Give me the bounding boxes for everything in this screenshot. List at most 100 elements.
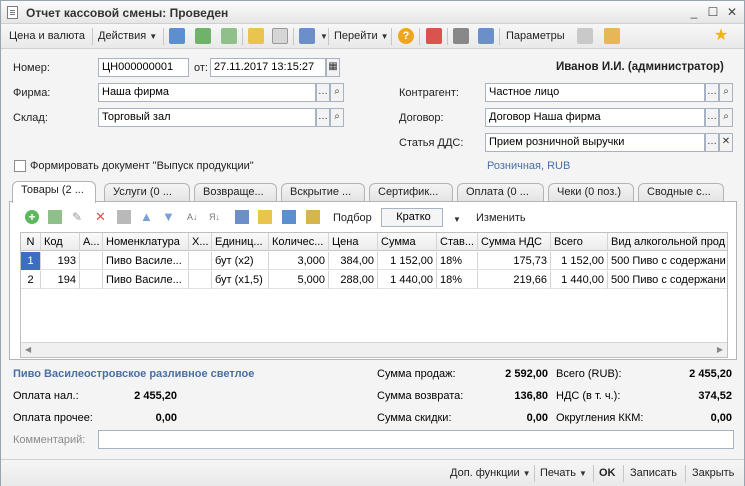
column-header[interactable]: Цена — [329, 233, 378, 251]
main-toolbar: Цена и валюта Действия ▼ ▼ Перейти ▼ ? Пар… — [1, 24, 744, 49]
attachment-icon[interactable] — [604, 28, 620, 44]
based-on-icon[interactable] — [299, 28, 315, 44]
favorite-star-icon[interactable]: ★ — [713, 28, 729, 44]
cell-n: 1 — [21, 252, 41, 270]
toolbar-separator — [92, 28, 93, 45]
goto-menu[interactable]: Перейти ▼ — [334, 28, 389, 45]
tab-checks[interactable]: Чеки (0 поз.) — [548, 183, 634, 202]
move-down-icon[interactable]: ▼ — [162, 210, 176, 224]
refresh-icon[interactable] — [195, 28, 211, 44]
edit-row-icon[interactable]: ✎ — [72, 210, 86, 224]
actions-menu[interactable]: Действия ▼ — [98, 28, 157, 45]
column-header[interactable]: Став... — [437, 233, 478, 251]
column-header[interactable]: Вид алкогольной прод — [608, 233, 727, 251]
chevron-down-icon[interactable]: ▼ — [320, 32, 328, 41]
column-header[interactable]: Единиц... — [212, 233, 269, 251]
tab-returns[interactable]: Возвраще... — [194, 183, 277, 202]
column-header[interactable]: Номенклатура — [103, 233, 189, 251]
change-button[interactable]: Изменить — [476, 212, 526, 224]
fill-icon[interactable] — [282, 210, 296, 224]
column-header[interactable]: Х... — [189, 233, 212, 251]
pick-button[interactable]: Подбор — [333, 212, 372, 224]
parameters-button[interactable]: Параметры — [506, 28, 565, 45]
copy-row-icon[interactable] — [48, 210, 62, 224]
close-window-button[interactable]: ✕ — [725, 5, 739, 19]
total-label: Всего (RUB): — [556, 368, 622, 380]
move-up-icon[interactable]: ▲ — [140, 210, 154, 224]
sort-asc-icon[interactable]: A↓ — [187, 210, 201, 224]
document-window: Отчет кассовой смены: Проведен _ ☐ ✕ Цен… — [0, 0, 745, 486]
post-and-close-icon[interactable] — [169, 28, 185, 44]
dds-select-button[interactable]: … — [705, 133, 719, 152]
table-row[interactable]: 2 194 Пиво Василе... бут (x1,5) 5,000 28… — [21, 271, 727, 289]
close-button[interactable]: Закрыть — [692, 465, 734, 482]
paste-icon[interactable] — [258, 210, 272, 224]
minimize-button[interactable]: _ — [687, 5, 701, 19]
produce-checkbox[interactable] — [14, 160, 26, 172]
scroll-left-icon[interactable]: ◀ — [25, 345, 31, 354]
end-edit-icon[interactable] — [117, 210, 131, 224]
tab-goods[interactable]: Товары (2 ... — [12, 181, 96, 203]
copy-document-icon[interactable] — [221, 28, 237, 44]
calendar-icon[interactable]: ▦ — [326, 58, 340, 77]
cell-n: 2 — [21, 271, 41, 289]
warehouse-open-icon[interactable]: ⌕ — [330, 108, 344, 127]
date-field[interactable]: 27.11.2017 13:15:27 — [210, 58, 326, 77]
column-header[interactable]: Сумма — [378, 233, 437, 251]
ok-button[interactable]: OK — [599, 465, 616, 482]
chevron-down-icon[interactable]: ▼ — [453, 215, 461, 224]
warehouse-select-button[interactable]: … — [316, 108, 330, 127]
help-icon[interactable]: ? — [398, 28, 414, 44]
contract-field[interactable]: Договор Наша фирма — [485, 108, 705, 127]
copy-icon[interactable] — [235, 210, 249, 224]
structure-icon[interactable] — [426, 28, 442, 44]
sort-desc-icon[interactable]: Я↓ — [209, 210, 223, 224]
firm-open-icon[interactable]: ⌕ — [330, 83, 344, 102]
post-document-icon[interactable] — [248, 28, 264, 44]
column-header[interactable]: Сумма НДС — [478, 233, 551, 251]
column-header[interactable]: А... — [80, 233, 103, 251]
column-header[interactable]: Количес... — [269, 233, 329, 251]
column-header[interactable]: N — [21, 233, 41, 251]
dds-clear-icon[interactable]: ✕ — [719, 133, 733, 152]
number-field[interactable]: ЦН000000001 — [98, 58, 189, 77]
list-icon[interactable] — [577, 28, 593, 44]
warehouse-field[interactable]: Торговый зал — [98, 108, 316, 127]
firm-select-button[interactable]: … — [316, 83, 330, 102]
delete-row-icon[interactable]: ✕ — [95, 210, 109, 224]
goods-table[interactable]: N Код А... Номенклатура Х... Единиц... К… — [20, 232, 728, 358]
tab-summary[interactable]: Сводные с... — [638, 183, 724, 202]
column-header[interactable]: Код — [41, 233, 80, 251]
price-currency-button[interactable]: Цена и валюта — [9, 28, 85, 45]
firm-field[interactable]: Наша фирма — [98, 83, 316, 102]
contractor-field[interactable]: Частное лицо — [485, 83, 705, 102]
checklist-icon[interactable] — [478, 28, 494, 44]
column-header[interactable]: Всего — [551, 233, 608, 251]
save-button[interactable]: Записать — [630, 465, 677, 482]
tab-certificates[interactable]: Сертифик... — [369, 183, 453, 202]
contract-open-icon[interactable]: ⌕ — [719, 108, 733, 127]
tab-services[interactable]: Услуги (0 ... — [104, 183, 190, 202]
date-label: от: — [194, 62, 208, 74]
maximize-button[interactable]: ☐ — [706, 5, 720, 19]
price-type-link[interactable]: Розничная, RUB — [487, 160, 570, 172]
cash-value: 2 455,20 — [134, 390, 177, 402]
contractor-select-button[interactable]: … — [705, 83, 719, 102]
unpost-document-icon[interactable] — [272, 28, 288, 44]
contractor-open-icon[interactable]: ⌕ — [719, 83, 733, 102]
tab-payment[interactable]: Оплата (0 ... — [457, 183, 544, 202]
dds-field[interactable]: Прием розничной выручки — [485, 133, 705, 152]
comment-field[interactable] — [98, 430, 734, 449]
chevron-down-icon: ▼ — [522, 469, 531, 478]
extra-functions-menu[interactable]: Доп. функции ▼ — [450, 465, 531, 482]
view-mode-select[interactable]: Кратко — [381, 208, 443, 227]
scroll-right-icon[interactable]: ▶ — [717, 345, 723, 354]
contract-select-button[interactable]: … — [705, 108, 719, 127]
horizontal-scrollbar[interactable]: ◀ ▶ — [21, 342, 727, 357]
clipboard-icon[interactable] — [306, 210, 320, 224]
add-row-icon[interactable]: + — [25, 210, 39, 224]
table-row[interactable]: 1 193 Пиво Василе... бут (x2) 3,000 384,… — [21, 252, 727, 270]
tab-opening[interactable]: Вскрытие ... — [281, 183, 365, 202]
movements-icon[interactable] — [453, 28, 469, 44]
print-menu[interactable]: Печать ▼ — [540, 465, 587, 482]
